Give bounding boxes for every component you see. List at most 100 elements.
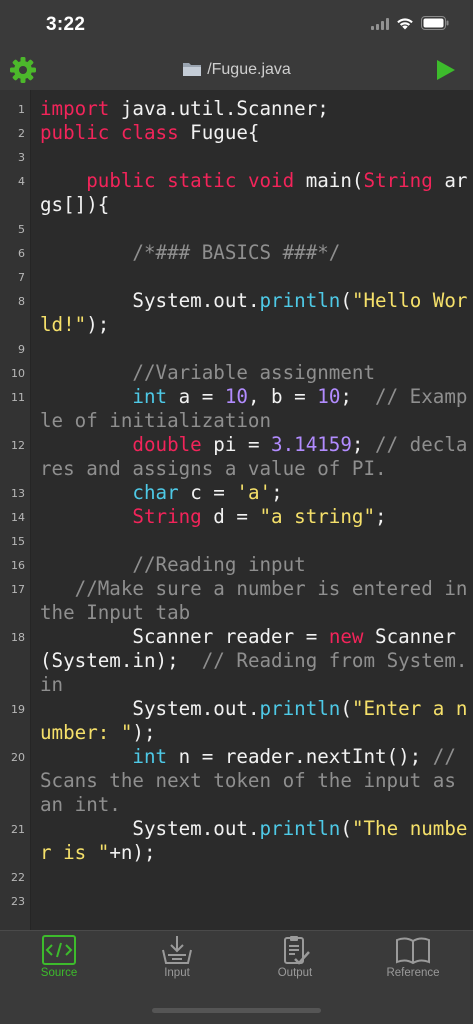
code-text: import java.util.Scanner;	[40, 97, 473, 121]
code-token: Fugue{	[178, 121, 260, 144]
tab-output[interactable]: Output	[236, 935, 354, 991]
code-text: int n = reader.nextInt(); // Scans the n…	[40, 745, 473, 817]
status-time: 3:22	[46, 14, 86, 35]
code-token: 3.14159	[271, 433, 352, 456]
code-text: ​	[40, 337, 473, 361]
code-line: 8 System.out.println("Hello World!");	[0, 289, 473, 337]
code-line: 12 double pi = 3.14159; // declares and …	[0, 433, 473, 481]
output-clipboard-icon	[284, 936, 310, 965]
code-token: n = reader.nextInt();	[167, 745, 433, 768]
code-token: public class	[40, 121, 179, 144]
play-icon[interactable]	[433, 58, 457, 82]
code-token: 10	[224, 385, 248, 408]
code-line: 19 System.out.println("Enter a number: "…	[0, 697, 473, 745]
code-token: 'a'	[236, 481, 272, 504]
code-text: Scanner reader = new Scanner(System.in);…	[40, 625, 473, 697]
code-token: main(	[294, 169, 364, 192]
line-number: 2	[18, 127, 25, 140]
code-line: 13 char c = 'a';	[0, 481, 473, 505]
code-line: 6 /*### BASICS ###*/	[0, 241, 473, 265]
code-line: 21 System.out.println("The number is "+n…	[0, 817, 473, 865]
code-token: );	[86, 313, 110, 336]
line-number: 14	[11, 511, 25, 524]
wifi-icon	[397, 17, 413, 29]
code-token: String	[132, 505, 202, 528]
code-line: 16 //Reading input	[0, 553, 473, 577]
code-line: 4 public static void main(String args[])…	[0, 169, 473, 217]
line-number: 8	[18, 295, 25, 308]
code-token: char	[132, 481, 179, 504]
code-line: 18 Scanner reader = new Scanner(System.i…	[0, 625, 473, 697]
code-text: ​	[40, 145, 473, 169]
code-token: 10	[317, 385, 341, 408]
code-text: System.out.println("The number is "+n);	[40, 817, 473, 865]
line-number: 13	[11, 487, 25, 500]
cellular-signal-icon	[371, 17, 389, 30]
line-number: 18	[11, 631, 25, 644]
code-line: 20 int n = reader.nextInt(); // Scans th…	[0, 745, 473, 817]
code-text: ​	[40, 217, 473, 241]
code-line: 14 String d = "a string";	[0, 505, 473, 529]
code-text: public static void main(String args[]){	[40, 169, 473, 217]
code-text: System.out.println("Hello World!");	[40, 289, 473, 337]
code-token: new	[328, 625, 364, 648]
code-token: println	[259, 697, 341, 720]
code-line: 5​	[0, 217, 473, 241]
line-number: 9	[18, 343, 25, 356]
code-token: public static void	[86, 169, 295, 192]
tab-reference[interactable]: Reference	[354, 935, 472, 991]
code-token: );	[132, 721, 156, 744]
code-token: println	[259, 817, 341, 840]
source-code-icon	[42, 935, 76, 965]
line-number: 19	[11, 703, 25, 716]
tab-source-label: Source	[40, 967, 78, 979]
code-token: +n);	[109, 841, 156, 864]
code-editor[interactable]: 1 import java.util.Scanner; 2 public class …	[0, 90, 473, 930]
code-token: System.out.	[40, 817, 260, 840]
tab-source[interactable]: Source	[0, 935, 118, 991]
folder-icon	[183, 63, 202, 76]
tab-reference-label: Reference	[386, 967, 440, 979]
line-number: 4	[18, 175, 25, 188]
code-token: c =	[178, 481, 237, 504]
navigation-bar: /Fugue.java	[0, 50, 473, 90]
code-token: System.out.	[40, 289, 260, 312]
code-token: println	[259, 289, 341, 312]
line-number: 23	[11, 895, 25, 908]
code-token: Scanner reader =	[40, 625, 329, 648]
code-text: char c = 'a';	[40, 481, 473, 505]
status-bar: 3:22	[0, 0, 473, 50]
line-number: 20	[11, 751, 25, 764]
code-text: int a = 10, b = 10; // Example of initia…	[40, 385, 473, 433]
code-token: ;	[271, 481, 283, 504]
line-number: 12	[11, 439, 25, 452]
code-line: 23 ​	[0, 889, 473, 913]
code-line: 1 import java.util.Scanner;	[0, 97, 473, 121]
tab-output-label: Output	[277, 967, 313, 979]
code-token: System.out.	[40, 697, 260, 720]
code-token: /*### BASICS ###*/	[40, 241, 341, 264]
code-token: ;	[351, 433, 376, 456]
code-token: java.util.Scanner;	[109, 97, 329, 120]
line-number: 7	[18, 271, 25, 284]
code-text: String d = "a string";	[40, 505, 473, 529]
code-text: double pi = 3.14159; // declares and ass…	[40, 433, 473, 481]
code-lines: 1 import java.util.Scanner; 2 public class …	[0, 97, 473, 913]
code-text: //Make sure a number is entered in the I…	[40, 577, 473, 625]
tab-input[interactable]: Input	[118, 935, 236, 991]
file-title: /Fugue.java	[0, 61, 473, 79]
code-line: 11 int a = 10, b = 10; // Example of ini…	[0, 385, 473, 433]
code-line: 15 ​	[0, 529, 473, 553]
line-number: 21	[11, 823, 25, 836]
line-number: 3	[18, 151, 25, 164]
code-text: public class Fugue{	[40, 121, 473, 145]
code-token: int	[132, 385, 168, 408]
code-token: String	[363, 169, 433, 192]
code-text: ​	[40, 865, 473, 889]
code-token: d =	[201, 505, 260, 528]
